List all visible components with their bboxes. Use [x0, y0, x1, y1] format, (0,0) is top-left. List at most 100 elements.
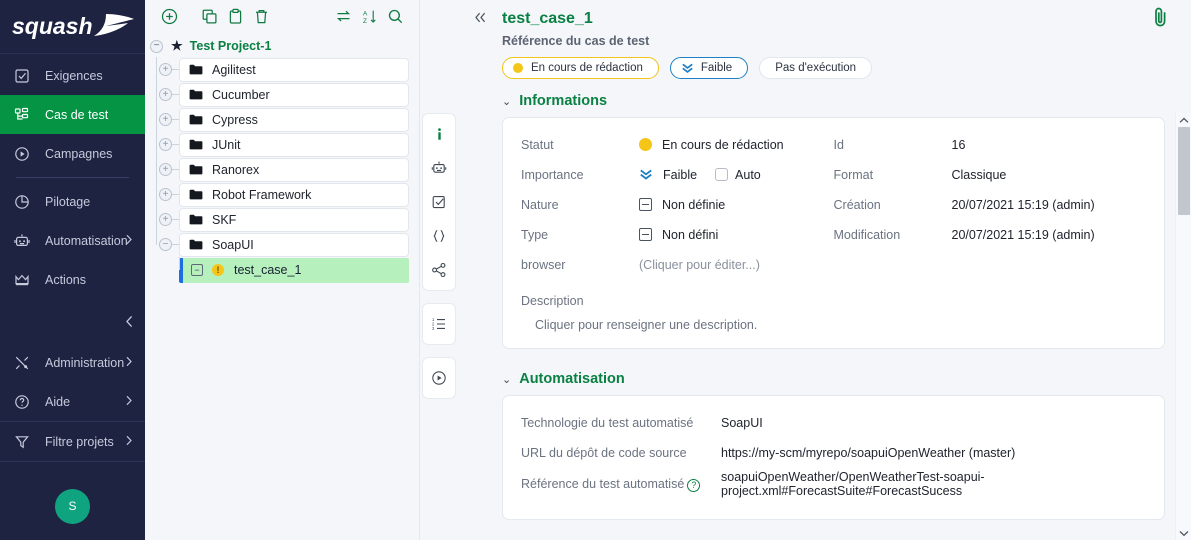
tree-folder-label: JUnit — [212, 138, 240, 152]
double-chevron-left-icon[interactable] — [458, 11, 502, 27]
section-gap — [502, 349, 1165, 371]
field-format: Format Classique — [834, 162, 1147, 187]
expand-toggle-icon[interactable]: + — [159, 88, 172, 101]
paperclip-icon[interactable] — [1152, 6, 1169, 33]
sidebar-item-label: Actions — [45, 273, 86, 287]
anchor-icon-rail: 1 2 3 — [420, 0, 458, 540]
crown-icon — [14, 271, 36, 289]
scroll-down-button[interactable] — [1176, 526, 1191, 540]
field-type: Type Non défini — [521, 222, 834, 247]
field-value: SoapUI — [721, 416, 763, 430]
information-icon[interactable] — [423, 117, 455, 151]
nav-collapse-button[interactable] — [0, 299, 145, 343]
tree-folder-node[interactable]: Ranorex — [179, 158, 409, 182]
paste-icon[interactable] — [222, 5, 248, 29]
search-icon[interactable] — [382, 5, 408, 29]
rail-group-execution — [422, 357, 456, 399]
expand-toggle-icon[interactable]: + — [159, 213, 172, 226]
tree-folder-row: + Robot Framework — [145, 182, 419, 207]
nav-item-list: Exigences Cas de test — [0, 54, 145, 462]
field-label: Type — [521, 228, 639, 242]
field-value-container[interactable]: Non définie — [639, 198, 725, 212]
tree-folder-row: + Cucumber — [145, 82, 419, 107]
auto-checkbox[interactable] — [715, 168, 728, 181]
expand-toggle-icon[interactable]: + — [159, 113, 172, 126]
tree-folder-node[interactable]: SoapUI — [179, 233, 409, 257]
field-value: Faible — [663, 168, 697, 182]
informations-right-column: Id 16 Format Classique Création 20/07/20… — [834, 132, 1147, 282]
avatar[interactable]: S — [55, 489, 90, 524]
priority-badge[interactable]: Faible — [670, 57, 748, 79]
field-label-container: Référence du test automatisé? — [521, 477, 721, 492]
collapse-toggle-icon[interactable]: − — [191, 264, 203, 276]
brand-logo[interactable]: squash — [0, 0, 145, 54]
sidebar-item-label: Exigences — [45, 69, 103, 83]
field-value-container[interactable]: Non défini — [639, 228, 718, 242]
sidebar-item-administration[interactable]: Administration — [0, 343, 145, 382]
collapse-toggle-icon[interactable]: − — [159, 238, 172, 251]
sidebar-item-campagnes[interactable]: Campagnes — [0, 134, 145, 173]
vertical-scrollbar[interactable] — [1175, 113, 1191, 540]
execution-icon[interactable] — [423, 361, 455, 395]
scrollbar-thumb[interactable] — [1178, 127, 1190, 215]
expand-toggle-icon[interactable]: + — [159, 188, 172, 201]
tree-root-node[interactable]: − ★ Test Project-1 — [145, 35, 419, 57]
sidebar-item-aide[interactable]: Aide — [0, 382, 145, 421]
list-icon[interactable]: 1 2 3 — [423, 307, 455, 341]
tree-folder-node[interactable]: Cucumber — [179, 83, 409, 107]
sidebar-item-pilotage[interactable]: Pilotage — [0, 182, 145, 221]
help-icon[interactable]: ? — [687, 479, 700, 492]
priority-badge-label: Faible — [701, 62, 732, 74]
robot-icon[interactable] — [423, 151, 455, 185]
scrollbar-track[interactable] — [1176, 127, 1191, 526]
sidebar-item-filtre-projets[interactable]: Filtre projets — [0, 422, 145, 461]
tree-folder-node[interactable]: Agilitest — [179, 58, 409, 82]
pie-chart-icon — [14, 193, 36, 211]
tree-folder-node[interactable]: SKF — [179, 208, 409, 232]
expand-toggle-icon[interactable]: + — [159, 163, 172, 176]
linked-items-icon[interactable] — [423, 253, 455, 287]
header-title-row: test_case_1 — [458, 10, 1191, 28]
tree-folder-node[interactable]: JUnit — [179, 133, 409, 157]
sort-icon[interactable]: A Z — [356, 5, 382, 29]
field-value: Non définie — [662, 198, 725, 212]
collapse-toggle-icon[interactable]: − — [150, 40, 163, 53]
field-value: 20/07/2021 15:19 (admin) — [952, 228, 1095, 242]
svg-text:squash: squash — [12, 13, 93, 39]
field-label: Modification — [834, 228, 952, 242]
tree-folder-label: SoapUI — [212, 238, 254, 252]
execution-badge[interactable]: Pas d'exécution — [759, 57, 872, 79]
test-steps-icon[interactable] — [423, 185, 455, 219]
sidebar-item-exigences[interactable]: Exigences — [0, 56, 145, 95]
status-badge[interactable]: En cours de rédaction — [502, 57, 659, 79]
tree-rail — [179, 257, 180, 270]
description-placeholder[interactable]: Cliquer pour renseigner une description. — [521, 318, 1146, 332]
scroll-up-button[interactable] — [1176, 113, 1191, 127]
field-value-container[interactable]: Faible Auto — [639, 168, 761, 182]
sidebar-item-automatisation[interactable]: Automatisation — [0, 221, 145, 260]
add-icon[interactable] — [156, 5, 182, 29]
page-title: test_case_1 — [502, 10, 593, 28]
tree-node-test-case-1[interactable]: − ! test_case_1 — [179, 258, 409, 283]
automatisation-section-header[interactable]: ⌄ Automatisation — [502, 371, 1165, 387]
delete-icon[interactable] — [248, 5, 274, 29]
sidebar-item-cas-de-test[interactable]: Cas de test — [0, 95, 145, 134]
undefined-icon — [639, 228, 652, 241]
field-label: browser — [521, 258, 639, 272]
execution-badge-label: Pas d'exécution — [775, 62, 856, 74]
svg-text:A: A — [363, 10, 368, 17]
expand-toggle-icon[interactable]: + — [159, 138, 172, 151]
sidebar-item-actions[interactable]: Actions — [0, 260, 145, 299]
parameters-icon[interactable] — [423, 219, 455, 253]
field-value-container[interactable]: En cours de rédaction — [639, 138, 784, 152]
informations-section-header[interactable]: ⌄ Informations — [502, 93, 1165, 109]
tree-folder-node[interactable]: Cypress — [179, 108, 409, 132]
copy-icon[interactable] — [196, 5, 222, 29]
automatisation-section-label: Automatisation — [519, 371, 625, 387]
svg-text:3: 3 — [432, 326, 435, 331]
tree-connector — [172, 119, 179, 120]
move-icon[interactable] — [330, 5, 356, 29]
tree-folder-node[interactable]: Robot Framework — [179, 183, 409, 207]
field-value[interactable]: (Cliquer pour éditer...) — [639, 258, 760, 272]
expand-toggle-icon[interactable]: + — [159, 63, 172, 76]
